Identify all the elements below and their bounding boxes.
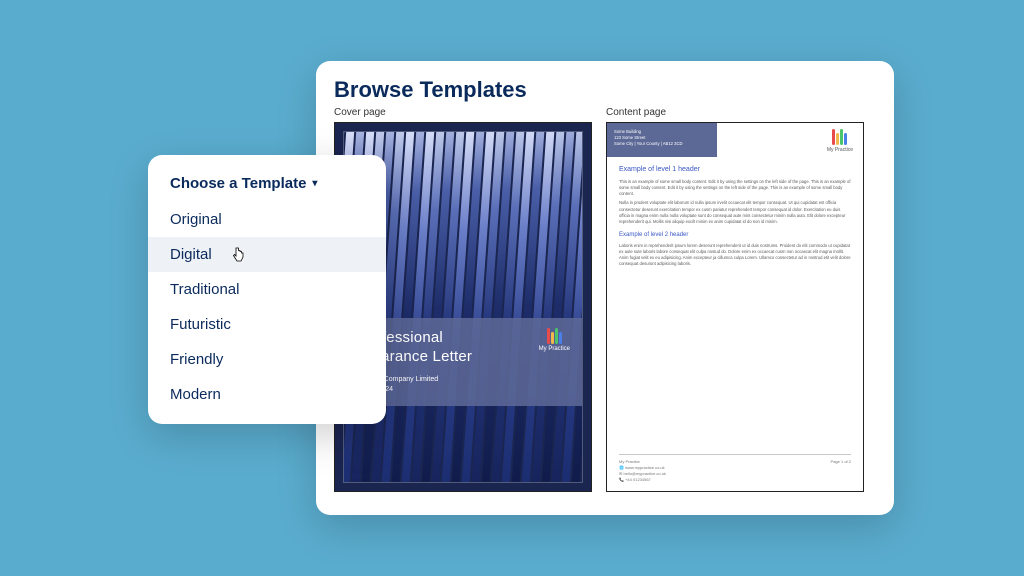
- logo-m-icon: [539, 328, 570, 344]
- browse-title: Browse Templates: [334, 77, 876, 103]
- cover-title-line1: Professional: [358, 329, 568, 348]
- cursor-pointer-icon: [232, 247, 246, 266]
- template-option-digital[interactable]: Digital: [148, 237, 386, 272]
- practice-logo: My Practice: [817, 123, 863, 157]
- content-h1: Example of level 1 header: [619, 165, 851, 176]
- content-body: Example of level 1 header This is an exa…: [607, 157, 863, 275]
- template-option-original[interactable]: Original: [148, 202, 386, 237]
- template-option-traditional[interactable]: Traditional: [148, 272, 386, 307]
- footer-page: Page 1 of 2: [831, 459, 851, 483]
- template-dropdown-toggle[interactable]: Choose a Template ▾: [148, 167, 386, 202]
- content-page-preview[interactable]: Some Building 123 Some Street Some City …: [606, 122, 864, 492]
- template-option-modern[interactable]: Modern: [148, 377, 386, 412]
- content-page-label: Content page: [606, 107, 666, 118]
- practice-logo: My Practice: [539, 328, 570, 352]
- previews-row: My Practice Professional Clearance Lette…: [334, 122, 876, 492]
- cover-title-line2: Clearance Letter: [358, 348, 568, 367]
- template-option-label: Traditional: [170, 281, 239, 298]
- footer-phone: 📞 +44 01234567: [619, 477, 666, 483]
- content-footer: My Practice 🌐 www.mypractice.co.uk ✉ hel…: [619, 454, 851, 483]
- content-paragraph: Nulla in prodent voluptate elit laborum …: [619, 200, 851, 225]
- preview-labels-row: Cover page Content page: [334, 107, 876, 122]
- cover-page-label: Cover page: [334, 107, 606, 118]
- template-dropdown: Choose a Template ▾ Original Digital Tra…: [148, 155, 386, 424]
- content-paragraph: This is an example of some small body co…: [619, 179, 851, 198]
- template-option-label: Futuristic: [170, 316, 231, 333]
- template-option-friendly[interactable]: Friendly: [148, 342, 386, 377]
- address-block: Some Building 123 Some Street Some City …: [607, 123, 717, 157]
- content-paragraph: Laboris enim in reprehenderit ipsum lore…: [619, 243, 851, 268]
- template-option-label: Original: [170, 211, 222, 228]
- content-h2: Example of level 2 header: [619, 231, 851, 240]
- template-option-futuristic[interactable]: Futuristic: [148, 307, 386, 342]
- cover-company: Sample Company Limited: [358, 375, 568, 385]
- footer-contact: My Practice 🌐 www.mypractice.co.uk ✉ hel…: [619, 459, 666, 483]
- logo-m-icon: [827, 129, 853, 145]
- addr-line: Some City | Your County | AB12 3CD: [614, 141, 710, 147]
- template-option-label: Friendly: [170, 351, 223, 368]
- chevron-down-icon: ▾: [312, 178, 317, 189]
- dropdown-header-label: Choose a Template: [170, 175, 306, 192]
- logo-text: My Practice: [539, 346, 570, 352]
- content-header: Some Building 123 Some Street Some City …: [607, 123, 863, 157]
- template-option-label: Digital: [170, 246, 212, 263]
- browse-templates-card: Browse Templates Cover page Content page: [316, 61, 894, 515]
- cover-date: 05/12/2024: [358, 385, 568, 395]
- logo-text: My Practice: [827, 147, 853, 153]
- template-option-label: Modern: [170, 386, 221, 403]
